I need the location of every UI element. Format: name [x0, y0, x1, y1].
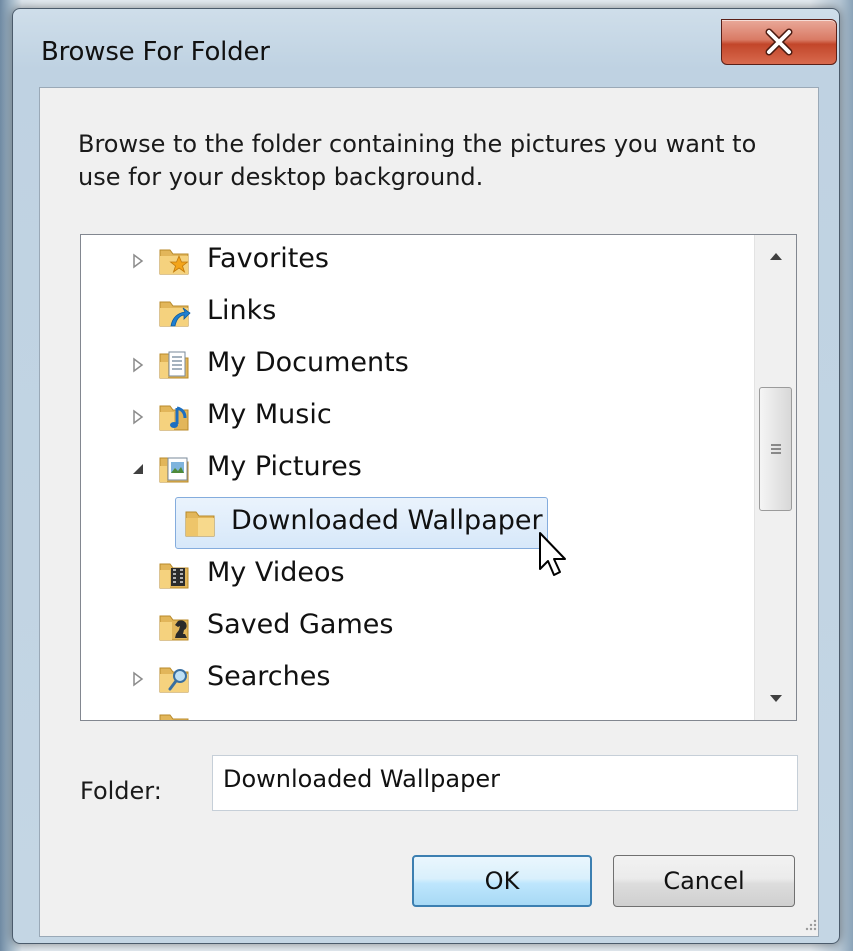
tree-item-my-pictures[interactable]: My Pictures [81, 447, 751, 491]
tree-item-my-videos[interactable]: My Videos [81, 553, 751, 597]
tree-item-label: Links [207, 295, 277, 326]
tree-item-saved-games[interactable]: Saved Games [81, 605, 751, 649]
expand-arrow-icon[interactable] [129, 408, 147, 426]
cancel-button[interactable]: Cancel [613, 855, 795, 907]
tree-item-favorites[interactable]: Favorites [81, 239, 751, 283]
folder-tree[interactable]: Favorites Links My Documents My Music My… [80, 234, 797, 721]
tree-item-links[interactable]: Links [81, 291, 751, 335]
documents-folder-icon [159, 351, 189, 379]
links-folder-icon [159, 301, 191, 327]
browse-for-folder-dialog: Browse For Folder Browse to the folder c… [12, 8, 840, 944]
tree-item-downloaded-wallpaper[interactable]: Downloaded Wallpaper [175, 501, 548, 545]
tree-item-label: Saved Games [207, 609, 394, 640]
scroll-up-button[interactable] [755, 235, 796, 277]
saved-games-folder-icon [159, 615, 189, 641]
folder-label: Folder: [80, 777, 162, 805]
folder-icon [185, 511, 215, 537]
mouse-pointer-icon [539, 532, 566, 576]
expand-arrow-icon[interactable] [129, 252, 147, 270]
folder-icon [159, 714, 189, 720]
grip-lines-icon [770, 444, 781, 454]
title-bar[interactable]: Browse For Folder [13, 9, 839, 87]
music-folder-icon [159, 405, 189, 431]
tree-item-label: Downloaded Wallpaper [231, 505, 543, 536]
close-icon [765, 28, 793, 56]
tree-item-label: My Documents [207, 347, 409, 378]
arrow-up-icon [770, 253, 782, 260]
folder-name-input[interactable] [212, 755, 798, 811]
arrow-down-icon [770, 695, 782, 702]
close-button[interactable] [721, 19, 837, 65]
resize-grip-icon[interactable] [802, 918, 818, 934]
tree-item-my-music[interactable]: My Music [81, 395, 751, 439]
tree-item-label: My Videos [207, 557, 345, 588]
searches-folder-icon [159, 667, 189, 693]
scroll-thumb[interactable] [759, 387, 792, 511]
dialog-body: Browse to the folder containing the pict… [39, 87, 819, 937]
ok-button[interactable]: OK [412, 855, 592, 907]
pictures-folder-icon [159, 457, 189, 483]
tree-item-label: Favorites [207, 243, 329, 274]
window-title: Browse For Folder [41, 37, 270, 67]
expand-arrow-icon[interactable] [129, 670, 147, 688]
favorites-folder-icon [159, 249, 189, 275]
instructions-text: Browse to the folder containing the pict… [78, 130, 757, 191]
expand-arrow-icon[interactable] [129, 356, 147, 374]
tree-item-my-documents[interactable]: My Documents [81, 343, 751, 387]
collapse-arrow-icon[interactable] [129, 460, 147, 478]
tree-item-label: My Pictures [207, 451, 362, 482]
tree-item-label: Searches [207, 661, 331, 692]
vertical-scrollbar[interactable] [754, 235, 796, 720]
scroll-down-button[interactable] [755, 678, 796, 720]
tree-item-searches[interactable]: Searches [81, 657, 751, 701]
videos-folder-icon [159, 563, 189, 589]
tree-item-label: My Music [207, 399, 332, 430]
